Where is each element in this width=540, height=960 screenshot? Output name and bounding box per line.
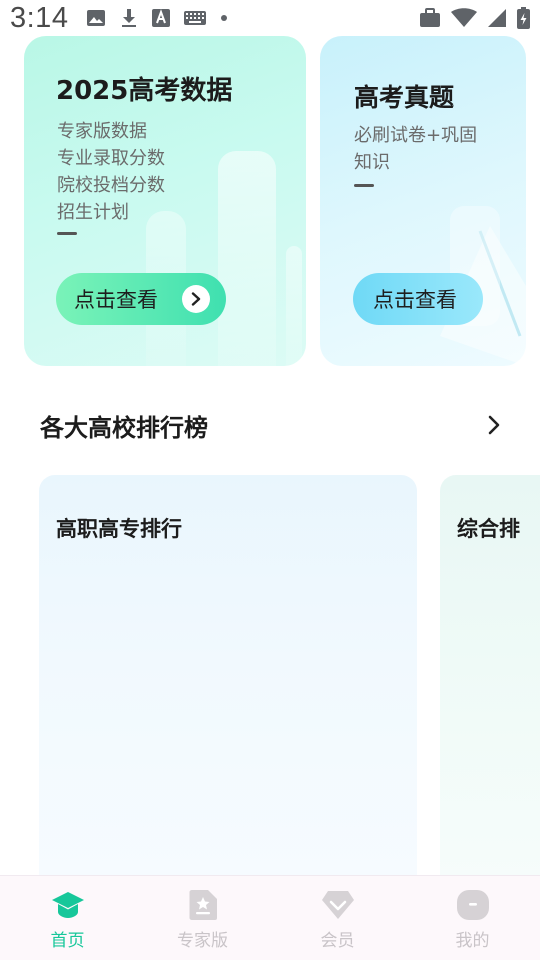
- battery-icon: [517, 7, 530, 29]
- exam-papers-description: 必刷试卷+巩固 知识: [354, 122, 477, 176]
- diamond-icon: [320, 888, 356, 922]
- nav-label: 我的: [455, 931, 490, 951]
- ranking-card-comprehensive[interactable]: 综合排: [440, 475, 540, 885]
- gaokao-data-description: 专家版数据 专业录取分数 院校投档分数 招生计划: [57, 118, 165, 226]
- gaokao-data-title: 2025高考数据: [56, 76, 233, 106]
- ranking-card-vocational[interactable]: 高职高专排行: [39, 475, 417, 885]
- divider-dash: [57, 232, 77, 235]
- font-icon: [152, 9, 171, 27]
- status-notification-icons: [86, 8, 228, 28]
- view-button-label: 点击查看: [74, 288, 158, 312]
- exam-papers-view-button[interactable]: 点击查看: [353, 273, 483, 325]
- description-line: 知识: [354, 152, 390, 173]
- dot-icon: [221, 15, 228, 21]
- divider-dash: [354, 184, 374, 187]
- ranking-more-button[interactable]: [480, 410, 508, 440]
- wifi-icon: [451, 8, 477, 27]
- nav-item-home[interactable]: 首页: [0, 876, 135, 960]
- nav-label: 首页: [50, 931, 85, 951]
- view-button-label: 点击查看: [373, 288, 457, 312]
- decor-pillar: [218, 151, 276, 366]
- nav-label: 会员: [320, 931, 355, 951]
- download-icon: [122, 9, 137, 27]
- nav-item-membership[interactable]: 会员: [270, 876, 405, 960]
- description-line: 专业录取分数: [57, 148, 165, 169]
- briefcase-icon: [420, 8, 440, 27]
- ranking-card-title: 综合排: [457, 517, 520, 541]
- gaokao-data-view-button[interactable]: 点击查看: [56, 273, 226, 325]
- description-line: 院校投档分数: [57, 175, 165, 196]
- star-document-icon: [185, 888, 221, 922]
- exam-papers-card[interactable]: 高考真题 必刷试卷+巩固 知识 点击查看: [320, 36, 526, 366]
- profile-icon: [455, 888, 491, 922]
- status-bar: 3:14: [0, 0, 540, 36]
- keyboard-icon: [184, 11, 207, 25]
- status-time: 3:14: [10, 1, 69, 34]
- gaokao-data-card[interactable]: 2025高考数据 专家版数据 专业录取分数 院校投档分数 招生计划 点击查看: [24, 36, 306, 366]
- status-system-icons: [419, 7, 530, 29]
- nav-item-profile[interactable]: 我的: [405, 876, 540, 960]
- nav-item-expert[interactable]: 专家版: [135, 876, 270, 960]
- chevron-right-icon: [182, 285, 210, 313]
- exam-papers-title: 高考真题: [354, 83, 455, 112]
- description-line: 招生计划: [57, 202, 129, 223]
- ranking-section-title: 各大高校排行榜: [40, 414, 208, 442]
- image-icon: [87, 10, 106, 26]
- bottom-navigation: 首页 专家版 会员 我的: [0, 875, 540, 960]
- description-line: 专家版数据: [57, 121, 147, 142]
- app-screen: 3:14 2025高考数据 专家版数据 专业录取分数 院校投档分数 招生计划 点…: [0, 0, 540, 960]
- nav-label: 专家版: [177, 931, 228, 951]
- graduation-cap-icon: [50, 888, 86, 922]
- signal-icon: [488, 9, 506, 27]
- chevron-right-icon: [488, 415, 500, 435]
- description-line: 必刷试卷+巩固: [354, 125, 478, 146]
- ranking-card-title: 高职高专排行: [56, 517, 182, 541]
- decor-pillar: [286, 246, 302, 366]
